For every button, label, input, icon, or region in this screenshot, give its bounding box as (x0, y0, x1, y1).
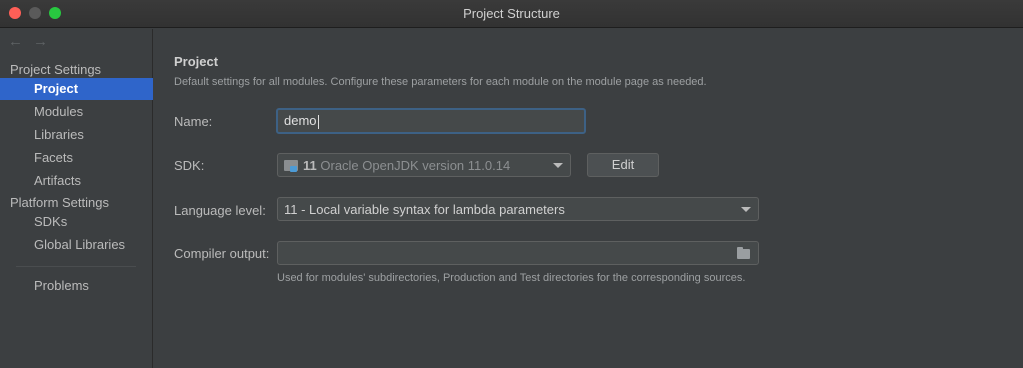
title-bar: Project Structure (0, 0, 1023, 28)
language-level-value: 11 - Local variable syntax for lambda pa… (284, 202, 565, 217)
sidebar-item-global-libraries[interactable]: Global Libraries (0, 234, 153, 256)
page-title: Project (174, 54, 219, 69)
sidebar-item-problems[interactable]: Problems (0, 275, 153, 297)
forward-arrow-icon[interactable]: → (33, 33, 48, 50)
browse-folder-icon[interactable] (737, 247, 750, 259)
text-caret (317, 114, 319, 129)
project-name-input[interactable]: demo (276, 108, 586, 134)
sidebar-item-sdks[interactable]: SDKs (0, 211, 153, 233)
language-level-dropdown[interactable]: 11 - Local variable syntax for lambda pa… (277, 197, 759, 221)
section-project-settings: Project Settings (10, 62, 102, 77)
sdk-name: Oracle OpenJDK version 11.0.14 (320, 158, 511, 173)
sdk-dropdown[interactable]: 11 Oracle OpenJDK version 11.0.14 (277, 153, 571, 177)
sidebar-item-modules[interactable]: Modules (0, 101, 153, 123)
project-name-value: demo (284, 113, 317, 128)
name-label: Name: (174, 114, 213, 129)
sdk-version: 11 (303, 158, 317, 173)
sdk-label: SDK: (174, 158, 205, 173)
sidebar-item-libraries[interactable]: Libraries (0, 124, 153, 146)
compiler-output-input[interactable] (277, 241, 759, 265)
sdk-folder-icon (284, 160, 298, 172)
sidebar-item-artifacts[interactable]: Artifacts (0, 170, 153, 192)
sidebar: ← → Project Settings Project Modules Lib… (0, 29, 153, 368)
navigation-arrows: ← → (8, 33, 48, 50)
project-settings-panel: Project Default settings for all modules… (154, 29, 1023, 368)
window-title: Project Structure (463, 6, 560, 21)
sidebar-item-facets[interactable]: Facets (0, 147, 153, 169)
compiler-output-hint: Used for modules' subdirectories, Produc… (277, 272, 746, 284)
sdk-edit-button[interactable]: Edit (587, 153, 659, 177)
section-platform-settings: Platform Settings (10, 195, 109, 210)
compiler-output-label: Compiler output: (174, 246, 270, 261)
sidebar-divider (16, 266, 136, 267)
chevron-down-icon (553, 163, 563, 168)
language-level-label: Language level: (174, 203, 266, 218)
page-description: Default settings for all modules. Config… (174, 76, 707, 88)
back-arrow-icon[interactable]: ← (8, 33, 23, 50)
sidebar-item-project[interactable]: Project (0, 78, 153, 100)
chevron-down-icon (741, 207, 751, 212)
